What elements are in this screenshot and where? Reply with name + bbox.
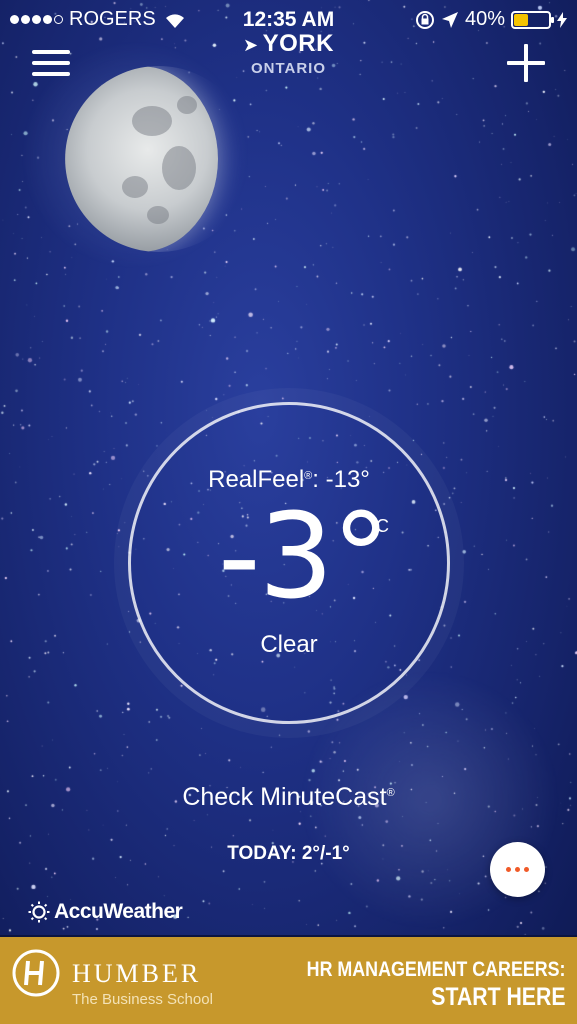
add-location-button[interactable] xyxy=(507,44,545,82)
brand-name: AccuWeather xyxy=(54,900,183,923)
moon-crater xyxy=(177,96,197,114)
more-options-button[interactable] xyxy=(490,842,545,897)
battery-level xyxy=(514,13,528,26)
more-icon-dot xyxy=(506,867,511,872)
temperature-unit: C xyxy=(376,516,389,536)
minutecast-label: Check MinuteCast xyxy=(182,783,387,811)
ad-banner[interactable]: HUMBER The Business School HR MANAGEMENT… xyxy=(0,935,577,1024)
ad-cta-line2: START HERE xyxy=(430,983,565,1012)
battery-icon xyxy=(511,10,554,29)
accuweather-logo: AccuWeather xyxy=(28,900,183,924)
charging-icon xyxy=(557,11,567,28)
rotation-lock-icon xyxy=(415,10,434,29)
ad-cta-line1: HR MANAGEMENT CAREERS: xyxy=(306,958,565,981)
minutecast-trademark: ® xyxy=(386,787,395,799)
current-temperature: -3° xyxy=(218,487,391,625)
more-icon-dot xyxy=(515,867,520,872)
city-name: YORK xyxy=(262,30,334,57)
battery-percent: 40% xyxy=(464,8,505,30)
location-services-icon xyxy=(441,11,458,28)
ad-call-to-action: HR MANAGEMENT CAREERS: START HERE xyxy=(306,957,565,1012)
moon-crater xyxy=(147,206,169,224)
location-arrow-icon: ➤ xyxy=(243,35,259,55)
ad-school-name: HUMBER xyxy=(72,959,202,988)
ad-school-subtitle: The Business School xyxy=(72,991,213,1008)
sun-icon xyxy=(28,901,50,923)
moon-crater xyxy=(122,176,148,198)
more-icon-dot xyxy=(524,867,529,872)
realfeel-trademark: ® xyxy=(304,470,313,482)
status-right: 40% xyxy=(415,8,567,31)
weather-condition: Clear xyxy=(260,631,318,658)
moon-crater xyxy=(132,106,172,136)
moon-crater xyxy=(162,146,196,190)
minutecast-link[interactable]: Check MinuteCast® xyxy=(0,783,577,812)
humber-logo-icon xyxy=(12,949,60,997)
